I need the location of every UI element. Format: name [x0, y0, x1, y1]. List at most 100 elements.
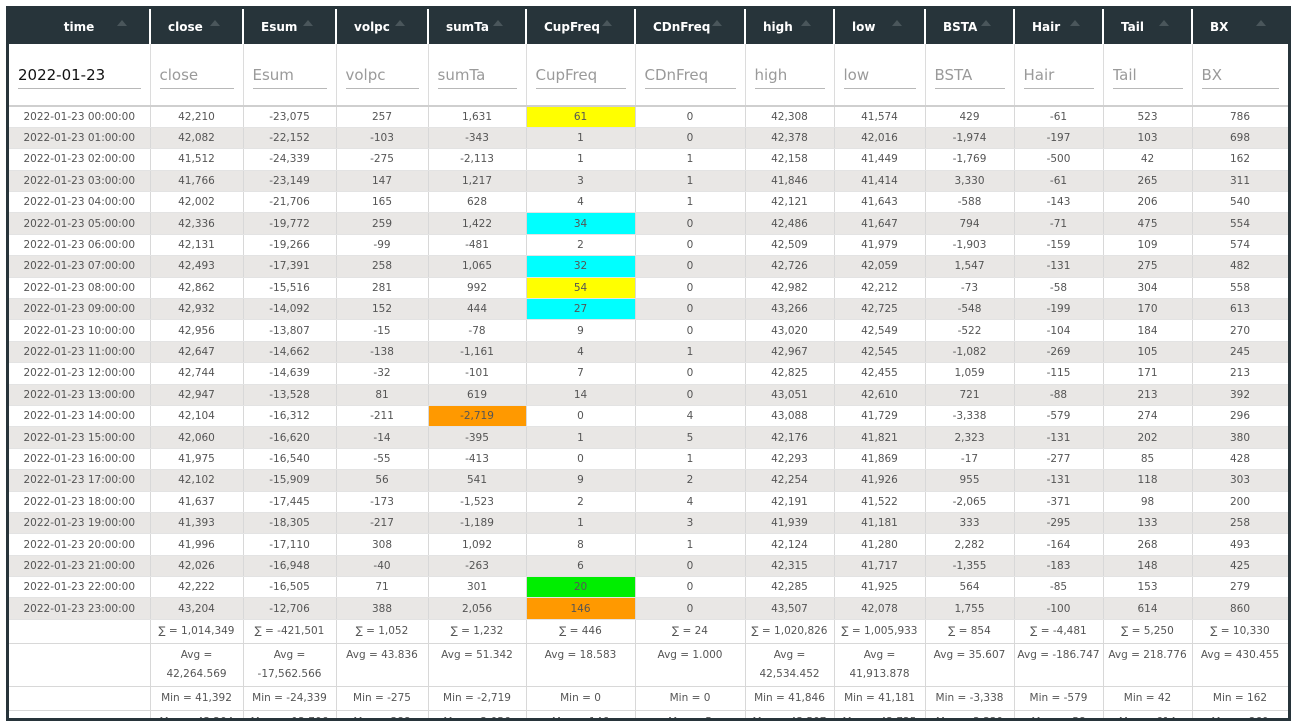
- table-row[interactable]: 2022-01-23 21:00:00 42,026 -16,948 -40 -263 6…: [9, 555, 1288, 578]
- filter-input-volpc[interactable]: [345, 60, 419, 89]
- sort-arrow-icon[interactable]: [981, 20, 991, 26]
- sort-arrow-icon[interactable]: [1256, 20, 1266, 26]
- table-row[interactable]: 2022-01-23 11:00:00 42,647 -14,662 -138 -1,1…: [9, 341, 1288, 364]
- table-row[interactable]: 2022-01-23 15:00:00 42,060 -16,620 -14 -395 1…: [9, 426, 1288, 449]
- column-header-cdnfreq[interactable]: CDnFreq: [635, 9, 746, 44]
- column-header-bsta[interactable]: BSTA: [925, 9, 1015, 44]
- column-header-sumta[interactable]: sumTa: [428, 9, 527, 44]
- column-header-volpc[interactable]: volpc: [336, 9, 429, 44]
- cell-sumta: -2,113: [428, 148, 527, 171]
- table-row[interactable]: 2022-01-23 04:00:00 42,002 -21,706 165 628 4 1…: [9, 191, 1288, 214]
- stat-min-sumta: Min = -2,719: [428, 686, 527, 711]
- cell-bx: 245: [1192, 341, 1288, 364]
- filter-cell-high: [745, 44, 835, 107]
- header-row: time close Esum volpc sumTa CupFreq CDnFreq hig…: [9, 9, 1288, 44]
- sort-arrow-icon[interactable]: [493, 20, 503, 26]
- filter-input-bx[interactable]: [1201, 60, 1279, 89]
- column-header-close[interactable]: close: [150, 9, 244, 44]
- table-row[interactable]: 2022-01-23 09:00:00 42,932 -14,092 152 444 27…: [9, 298, 1288, 321]
- cell-sumta: -101: [428, 362, 527, 385]
- table-row[interactable]: 2022-01-23 18:00:00 41,637 -17,445 -173 -1,5…: [9, 491, 1288, 513]
- table-row[interactable]: 2022-01-23 12:00:00 42,744 -14,639 -32 -101 7…: [9, 362, 1288, 385]
- column-header-low[interactable]: low: [834, 9, 926, 44]
- table-row[interactable]: 2022-01-23 02:00:00 41,512 -24,339 -275 -2,1…: [9, 148, 1288, 171]
- cell-bsta: -3,338: [925, 405, 1015, 428]
- filter-input-tail[interactable]: [1112, 60, 1183, 89]
- table-row[interactable]: 2022-01-23 20:00:00 41,996 -17,110 308 1,092…: [9, 533, 1288, 556]
- cell-tail: 614: [1103, 597, 1193, 620]
- cell-bsta: 794: [925, 212, 1015, 235]
- cell-close: 42,131: [150, 234, 244, 257]
- stat-max-esum: Max = -12,706: [243, 710, 337, 718]
- filter-input-hair[interactable]: [1023, 60, 1094, 89]
- sort-arrow-icon[interactable]: [1159, 20, 1169, 26]
- sort-arrow-icon[interactable]: [210, 20, 220, 26]
- table-row[interactable]: 2022-01-23 00:00:00 42,210 -23,075 257 1,631…: [9, 106, 1288, 128]
- sort-arrow-icon[interactable]: [117, 20, 127, 26]
- column-header-label: low: [852, 19, 876, 34]
- column-header-hair[interactable]: Hair: [1014, 9, 1104, 44]
- stat-sum-hair: ∑ = -4,481: [1014, 619, 1104, 644]
- table-row[interactable]: 2022-01-23 16:00:00 41,975 -16,540 -55 -413 0…: [9, 448, 1288, 471]
- filter-input-cupfreq[interactable]: [535, 60, 626, 89]
- table-row[interactable]: 2022-01-23 01:00:00 42,082 -22,152 -103 -343…: [9, 127, 1288, 150]
- cell-tail: 184: [1103, 319, 1193, 342]
- sort-arrow-icon[interactable]: [801, 20, 811, 26]
- table-row[interactable]: 2022-01-23 23:00:00 43,204 -12,706 388 2,056…: [9, 597, 1288, 620]
- column-header-label: sumTa: [446, 19, 489, 34]
- data-table: time close Esum volpc sumTa CupFreq CDnFreq hig…: [9, 9, 1288, 718]
- sort-arrow-icon[interactable]: [395, 20, 405, 26]
- column-header-esum[interactable]: Esum: [243, 9, 337, 44]
- cell-bx: 303: [1192, 469, 1288, 492]
- sort-arrow-icon[interactable]: [602, 20, 612, 26]
- cell-bx: 200: [1192, 491, 1288, 513]
- cell-high: 42,121: [745, 191, 835, 214]
- filter-input-bsta[interactable]: [934, 60, 1005, 89]
- cell-cdnfreq: 0: [635, 298, 746, 321]
- cell-esum: -12,706: [243, 597, 337, 620]
- filter-input-esum[interactable]: [252, 60, 327, 89]
- column-header-cupfreq[interactable]: CupFreq: [526, 9, 636, 44]
- cell-hair: -277: [1014, 448, 1104, 471]
- filter-input-close[interactable]: [159, 60, 234, 89]
- table-row[interactable]: 2022-01-23 22:00:00 42,222 -16,505 71 301 20 0…: [9, 576, 1288, 599]
- filter-input-low[interactable]: [843, 60, 916, 89]
- column-header-bx[interactable]: BX: [1192, 9, 1288, 44]
- filter-input-time[interactable]: [18, 60, 141, 89]
- sort-arrow-icon[interactable]: [1070, 20, 1080, 26]
- stat-avg-volpc: Avg = 43.836: [336, 643, 429, 687]
- cell-high: 41,846: [745, 170, 835, 193]
- cell-volpc: 281: [336, 277, 429, 300]
- cell-high: 42,308: [745, 106, 835, 128]
- table-row[interactable]: 2022-01-23 17:00:00 42,102 -15,909 56 541 9 2 4…: [9, 469, 1288, 492]
- filter-input-sumta[interactable]: [437, 60, 517, 89]
- cell-high: 43,266: [745, 298, 835, 321]
- table-row[interactable]: 2022-01-23 19:00:00 41,393 -18,305 -217 -1,1…: [9, 512, 1288, 535]
- cell-hair: -58: [1014, 277, 1104, 300]
- cell-low: 42,016: [834, 127, 926, 150]
- cell-low: 41,181: [834, 512, 926, 535]
- sort-arrow-icon[interactable]: [712, 20, 722, 26]
- cell-volpc: 71: [336, 576, 429, 599]
- sort-arrow-icon[interactable]: [303, 20, 313, 26]
- cell-volpc: -211: [336, 405, 429, 428]
- filter-input-high[interactable]: [754, 60, 825, 89]
- column-header-high[interactable]: high: [745, 9, 835, 44]
- cell-bsta: 429: [925, 106, 1015, 128]
- cell-bsta: -1,974: [925, 127, 1015, 150]
- cell-esum: -17,445: [243, 491, 337, 513]
- table-row[interactable]: 2022-01-23 06:00:00 42,131 -19,266 -99 -481 2…: [9, 234, 1288, 257]
- table-row[interactable]: 2022-01-23 10:00:00 42,956 -13,807 -15 -78 9 0…: [9, 319, 1288, 342]
- table-row[interactable]: 2022-01-23 08:00:00 42,862 -15,516 281 992 54…: [9, 277, 1288, 300]
- table-row[interactable]: 2022-01-23 13:00:00 42,947 -13,528 81 619 14 0…: [9, 384, 1288, 406]
- column-header-tail[interactable]: Tail: [1103, 9, 1193, 44]
- sort-arrow-icon[interactable]: [892, 20, 902, 26]
- filter-input-cdnfreq[interactable]: [644, 60, 736, 89]
- table-row[interactable]: 2022-01-23 14:00:00 42,104 -16,312 -211 -2,7…: [9, 405, 1288, 428]
- cell-cdnfreq: 0: [635, 255, 746, 278]
- column-header-time[interactable]: time: [9, 9, 151, 44]
- table-row[interactable]: 2022-01-23 07:00:00 42,493 -17,391 258 1,065…: [9, 255, 1288, 278]
- cell-bx: 162: [1192, 148, 1288, 171]
- table-row[interactable]: 2022-01-23 03:00:00 41,766 -23,149 147 1,217…: [9, 170, 1288, 193]
- table-row[interactable]: 2022-01-23 05:00:00 42,336 -19,772 259 1,422…: [9, 212, 1288, 235]
